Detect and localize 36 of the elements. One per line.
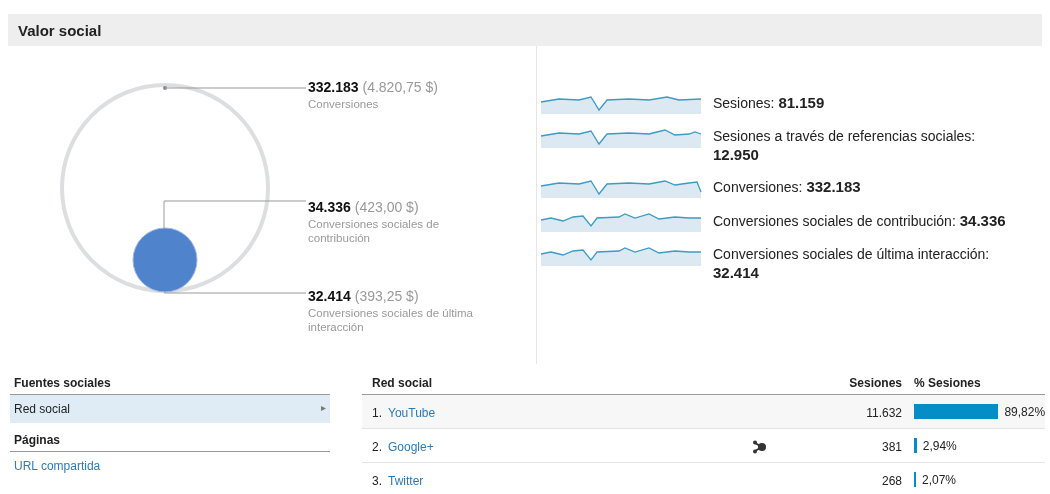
page-link[interactable]: URL compartida (10, 452, 330, 480)
bubble-value: 332.183 (308, 79, 359, 95)
source-item[interactable]: Red social ▸ (10, 395, 330, 423)
network-link[interactable]: YouTube (388, 406, 752, 420)
panel-heading: Páginas (10, 429, 330, 452)
metric-text: Conversiones sociales de última interacción: 32.414 (713, 246, 991, 283)
column-header: Sesiones (848, 376, 903, 390)
bubble-value: 32.414 (308, 288, 351, 304)
row-number: 2. (371, 440, 383, 454)
center-dot (163, 86, 167, 90)
network-link[interactable]: Twitter (388, 474, 752, 488)
percentage-bar (914, 438, 917, 453)
table-cell-text: 268 (880, 474, 903, 488)
row-number: 3. (371, 474, 383, 488)
bubble-label: Conversiones sociales de contribución (308, 217, 441, 246)
bubble-amount: (393,25 $) (354, 288, 419, 304)
row-number: 1. (371, 406, 383, 420)
bubble-amount: (4.820,75 $) (362, 79, 438, 95)
metric-text: Sesiones a través de referencias sociales: 12.950 (713, 128, 977, 165)
metric-text: Sesiones: 81.159 (713, 94, 826, 113)
column-header: Red social (371, 376, 434, 390)
bubble-amount: (423,00 $) (354, 199, 419, 215)
network-link[interactable]: Google+ (388, 440, 752, 454)
table-cell-text: 381 (880, 440, 903, 454)
small-bubble (132, 227, 198, 293)
metric-text: Conversiones sociales de contribución: 34.336 (713, 212, 1007, 231)
table-cell: 2,07% (922, 473, 957, 487)
section-title: Valor social (18, 21, 102, 39)
bubble-value: 34.336 (308, 199, 351, 215)
table-cell-text: 11.632 (865, 406, 903, 420)
bubble-label: Conversiones (308, 97, 380, 112)
bubble-label: Conversiones sociales de última interacción (308, 306, 474, 335)
table-cell: 89,82% (1004, 405, 1046, 419)
metric-text: Conversiones: 332.183 (713, 178, 862, 197)
table-cell: 2,94% (922, 439, 957, 453)
column-header: % Sesiones (914, 376, 982, 390)
